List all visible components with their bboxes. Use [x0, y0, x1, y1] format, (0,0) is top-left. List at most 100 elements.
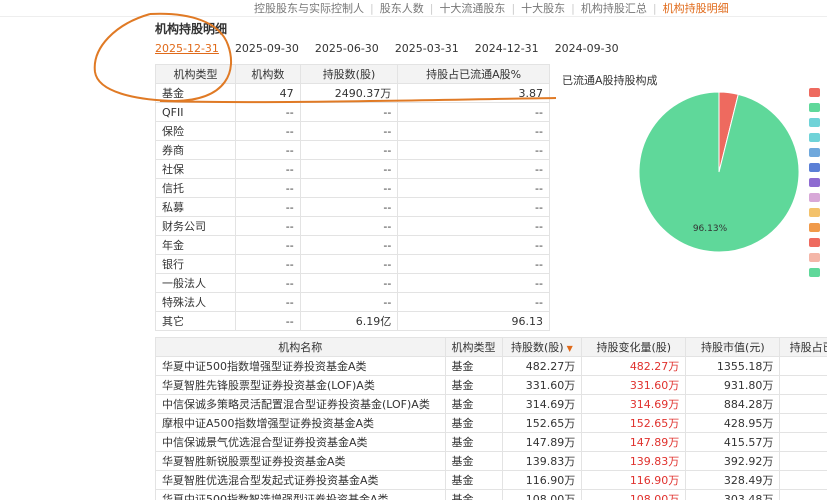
table-cell: 保险 [154, 121, 237, 141]
institution-name[interactable]: 中信保诚多策略灵活配置混合型证券投资基金(LOF)A类 [155, 394, 446, 414]
table-cell: 482.27万 [581, 356, 687, 376]
nav-item[interactable]: 十大流通股东 [433, 0, 511, 16]
date-tab[interactable]: 2025-12-31 [155, 42, 219, 55]
nav-item[interactable]: 十大股东 [515, 0, 571, 16]
institution-type-table: 机构类型 机构数 持股数(股) 持股占已流通A股% 基金 47 2490.37万 3.87 Q… [154, 64, 550, 331]
legend-swatch[interactable] [809, 118, 820, 127]
table-cell: 6.19亿 [299, 311, 399, 331]
table-cell: -- [299, 254, 399, 274]
legend-swatch[interactable] [809, 178, 820, 187]
date-tab[interactable]: 2024-12-31 [475, 42, 539, 55]
table-cell: 其它 [154, 311, 237, 331]
table-row: 社保 -- -- -- [154, 159, 550, 179]
table-cell: 社保 [154, 159, 237, 179]
table-row: QFII -- -- -- [154, 102, 550, 122]
legend-swatch[interactable] [809, 133, 820, 142]
table-cell: -- [235, 311, 301, 331]
table-cell: -- [397, 159, 550, 179]
table-cell: 基金 [444, 470, 503, 490]
table-cell: 139.83万 [501, 451, 583, 471]
institution-name[interactable]: 华夏中证500指数增强型证券投资基金A类 [155, 356, 446, 376]
table-cell: -- [235, 159, 301, 179]
table-row: 摩根中证A500指数增强型证券投资基金A类 基金 152.65万 152.65万 428… [155, 413, 827, 433]
legend-swatch[interactable] [809, 238, 820, 247]
column-header: 持股市值(元) [685, 337, 781, 357]
nav-item[interactable]: 机构持股明细 [657, 0, 735, 16]
table-cell: -- [397, 292, 550, 312]
table-cell: 884.28万 [685, 394, 781, 414]
table-row: 特殊法人 -- -- -- [154, 292, 550, 312]
date-tab[interactable]: 2025-09-30 [235, 42, 299, 55]
legend-swatch[interactable] [809, 193, 820, 202]
table-cell [779, 432, 827, 452]
table-cell: 基金 [444, 413, 503, 433]
legend-swatch[interactable] [809, 208, 820, 217]
table-cell: 基金 [444, 432, 503, 452]
table-cell: 152.65万 [501, 413, 583, 433]
column-header: 持股数(股) [299, 64, 399, 84]
table-row: 中信保诚景气优选混合型证券投资基金A类 基金 147.89万 147.89万 415.5… [155, 432, 827, 452]
section-title: 机构持股明细 [155, 22, 228, 36]
column-header: 机构类型 [154, 64, 237, 84]
table-row: 华夏中证500指数增强型证券投资基金A类 基金 482.27万 482.27万 1355… [155, 356, 827, 376]
table-cell: -- [299, 235, 399, 255]
table-cell: -- [235, 254, 301, 274]
legend-swatch[interactable] [809, 88, 820, 97]
institution-name[interactable]: 摩根中证A500指数增强型证券投资基金A类 [155, 413, 446, 433]
table-cell: 152.65万 [581, 413, 687, 433]
table-cell: 2490.37万 [299, 83, 399, 103]
institution-name[interactable]: 华夏智胜优选混合型发起式证券投资基金A类 [155, 470, 446, 490]
table-cell: 303.48万 [685, 489, 781, 500]
table-cell: -- [397, 140, 550, 160]
institution-name[interactable]: 华夏中证500指数智选增强型证券投资基金A类 [155, 489, 446, 500]
column-header: 机构名称 [155, 337, 446, 357]
table-cell: 基金 [444, 356, 503, 376]
table-row: 券商 -- -- -- [154, 140, 550, 160]
table-cell: 314.69万 [501, 394, 583, 414]
table-cell: -- [299, 273, 399, 293]
table-row: 华夏智胜先锋股票型证券投资基金(LOF)A类 基金 331.60万 331.60万 93… [155, 375, 827, 395]
institution-name[interactable]: 华夏智胜新锐股票型证券投资基金A类 [155, 451, 446, 471]
legend-swatch[interactable] [809, 103, 820, 112]
table-cell: -- [397, 197, 550, 217]
table-row: 银行 -- -- -- [154, 254, 550, 274]
date-tab[interactable]: 2025-06-30 [315, 42, 379, 55]
institution-name[interactable]: 华夏智胜先锋股票型证券投资基金(LOF)A类 [155, 375, 446, 395]
legend-swatch[interactable] [809, 223, 820, 232]
date-tab[interactable]: 2025-03-31 [395, 42, 459, 55]
table-row: 华夏中证500指数智选增强型证券投资基金A类 基金 108.00万 108.00万 30… [155, 489, 827, 500]
table-cell: -- [299, 216, 399, 236]
table-cell: -- [235, 235, 301, 255]
column-header: 机构数 [235, 64, 301, 84]
legend-swatch[interactable] [809, 148, 820, 157]
table-cell: -- [299, 121, 399, 141]
institution-name[interactable]: 中信保诚景气优选混合型证券投资基金A类 [155, 432, 446, 452]
table-cell: -- [235, 102, 301, 122]
column-header[interactable]: 持股数(股) ▼ [501, 337, 583, 357]
table-cell: -- [235, 197, 301, 217]
table-cell: QFII [154, 102, 237, 122]
date-tab[interactable]: 2024-09-30 [555, 42, 619, 55]
table-cell: 财务公司 [154, 216, 237, 236]
table-cell: 特殊法人 [154, 292, 237, 312]
legend-swatch[interactable] [809, 163, 820, 172]
pie-data-label: 96.13% [693, 224, 728, 234]
institution-detail-table: 机构名称机构类型持股数(股)▼持股变化量(股)持股市值(元)持股占已流 华夏中证… [155, 337, 827, 500]
pie-title: 已流通A股持股构成 [562, 74, 658, 87]
table-cell: 信托 [154, 178, 237, 198]
table-row: 华夏智胜新锐股票型证券投资基金A类 基金 139.83万 139.83万 392.92万 [155, 451, 827, 471]
nav-item[interactable]: 机构持股汇总 [575, 0, 653, 16]
table-cell [779, 356, 827, 376]
table-row: 基金 47 2490.37万 3.87 [154, 83, 550, 103]
table-cell [779, 413, 827, 433]
legend-swatch[interactable] [809, 253, 820, 262]
table-cell: 银行 [154, 254, 237, 274]
sort-desc-icon[interactable]: ▼ [567, 344, 573, 353]
nav-item[interactable]: 控股股东与实际控制人 [248, 0, 370, 16]
table-cell: 1355.18万 [685, 356, 781, 376]
nav-item[interactable]: 股东人数 [374, 0, 430, 16]
table-cell: -- [397, 235, 550, 255]
legend-swatch[interactable] [809, 268, 820, 277]
table-row: 一般法人 -- -- -- [154, 273, 550, 293]
table-cell [779, 489, 827, 500]
